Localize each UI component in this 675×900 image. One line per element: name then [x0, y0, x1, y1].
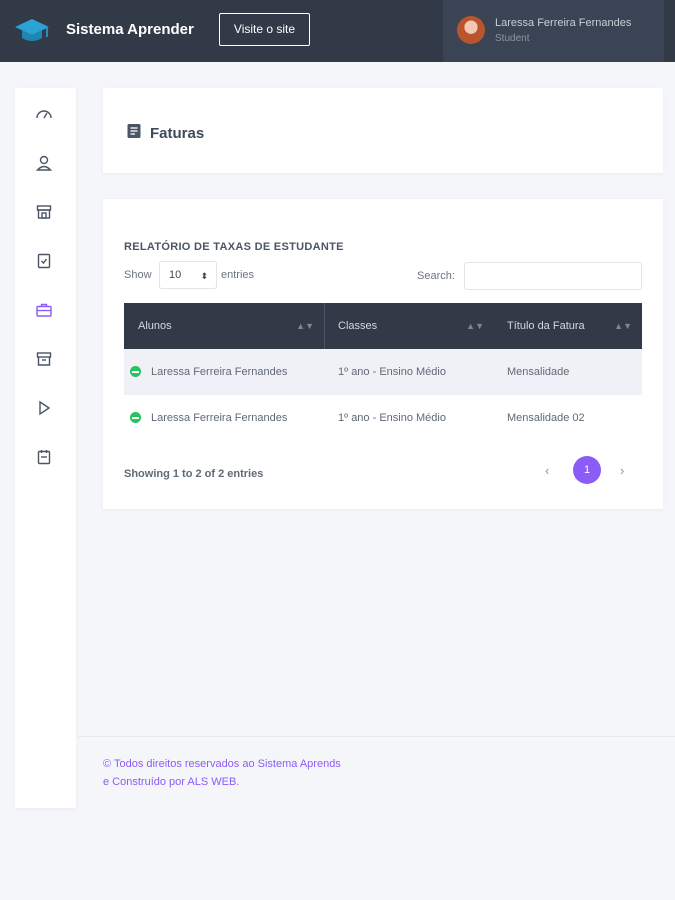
show-label: Show: [124, 269, 152, 281]
graduation-cap-icon[interactable]: [14, 16, 50, 46]
avatar[interactable]: [457, 16, 485, 44]
cell-fatura: Mensalidade: [507, 366, 570, 378]
brand-name[interactable]: Sistema Aprender: [66, 21, 194, 38]
footer-divider: [78, 736, 675, 737]
sidebar: [15, 88, 76, 808]
sort-icon: ▲▼: [466, 321, 484, 331]
invoice-icon: [127, 124, 141, 138]
table-info: Showing 1 to 2 of 2 entries: [124, 468, 264, 480]
inbox-icon[interactable]: [35, 350, 53, 368]
dashboard-icon[interactable]: [35, 105, 53, 123]
entries-label: entries: [221, 269, 255, 281]
play-icon[interactable]: [35, 399, 53, 417]
top-navbar: Sistema Aprender Visite o site Laressa F…: [0, 0, 675, 62]
column-label: Alunos: [138, 320, 172, 332]
table-row[interactable]: Laressa Ferreira Fernandes 1º ano - Ensi…: [124, 395, 642, 441]
expand-row-icon[interactable]: [130, 366, 141, 377]
pagination-page-1[interactable]: 1: [573, 456, 601, 484]
column-header-alunos[interactable]: Alunos ▲▼: [124, 303, 324, 349]
column-label: Título da Fatura: [507, 320, 585, 332]
page-title: Faturas: [150, 125, 205, 142]
cell-classe: 1º ano - Ensino Médio: [338, 412, 446, 424]
sort-icon: ▲▼: [296, 321, 314, 331]
fees-report-card: RELATÓRIO DE TAXAS DE ESTUDANTE Show 10 …: [103, 199, 663, 509]
user-menu[interactable]: Laressa Ferreira Fernandes Student: [443, 0, 664, 62]
clipboard-icon[interactable]: [35, 252, 53, 270]
expand-row-icon[interactable]: [130, 412, 141, 423]
user-role: Student: [495, 33, 530, 44]
user-icon[interactable]: [35, 154, 53, 172]
store-icon[interactable]: [35, 203, 53, 221]
visit-site-button[interactable]: Visite o site: [219, 13, 310, 46]
page-header-card: Faturas: [103, 88, 663, 173]
cell-aluno: Laressa Ferreira Fernandes: [151, 366, 288, 378]
user-name: Laressa Ferreira Fernandes: [495, 17, 632, 29]
select-caret-icon: ⬍: [200, 271, 208, 281]
table-header: Alunos ▲▼ Classes ▲▼ Título da Fatura ▲▼: [124, 303, 642, 349]
entries-per-page-select[interactable]: 10 ⬍: [159, 261, 217, 289]
cell-aluno: Laressa Ferreira Fernandes: [151, 412, 288, 424]
column-header-classes[interactable]: Classes ▲▼: [325, 303, 494, 349]
entries-per-page-value: 10: [169, 269, 182, 281]
cell-classe: 1º ano - Ensino Médio: [338, 366, 446, 378]
sort-icon: ▲▼: [614, 321, 632, 331]
column-label: Classes: [338, 320, 378, 332]
footer-copyright: © Todos direitos reservados ao Sistema A…: [103, 758, 341, 788]
search-input[interactable]: [464, 262, 642, 290]
table-row[interactable]: Laressa Ferreira Fernandes 1º ano - Ensi…: [124, 349, 642, 395]
calendar-icon[interactable]: [35, 448, 53, 466]
column-header-titulo-fatura[interactable]: Título da Fatura ▲▼: [494, 303, 642, 349]
search-label: Search:: [417, 270, 455, 282]
cell-fatura: Mensalidade 02: [507, 412, 585, 424]
pagination-next-button[interactable]: ›: [620, 463, 624, 478]
briefcase-icon[interactable]: [35, 301, 53, 319]
pagination-prev-button[interactable]: ‹: [545, 463, 549, 478]
report-title: RELATÓRIO DE TAXAS DE ESTUDANTE: [124, 241, 344, 253]
